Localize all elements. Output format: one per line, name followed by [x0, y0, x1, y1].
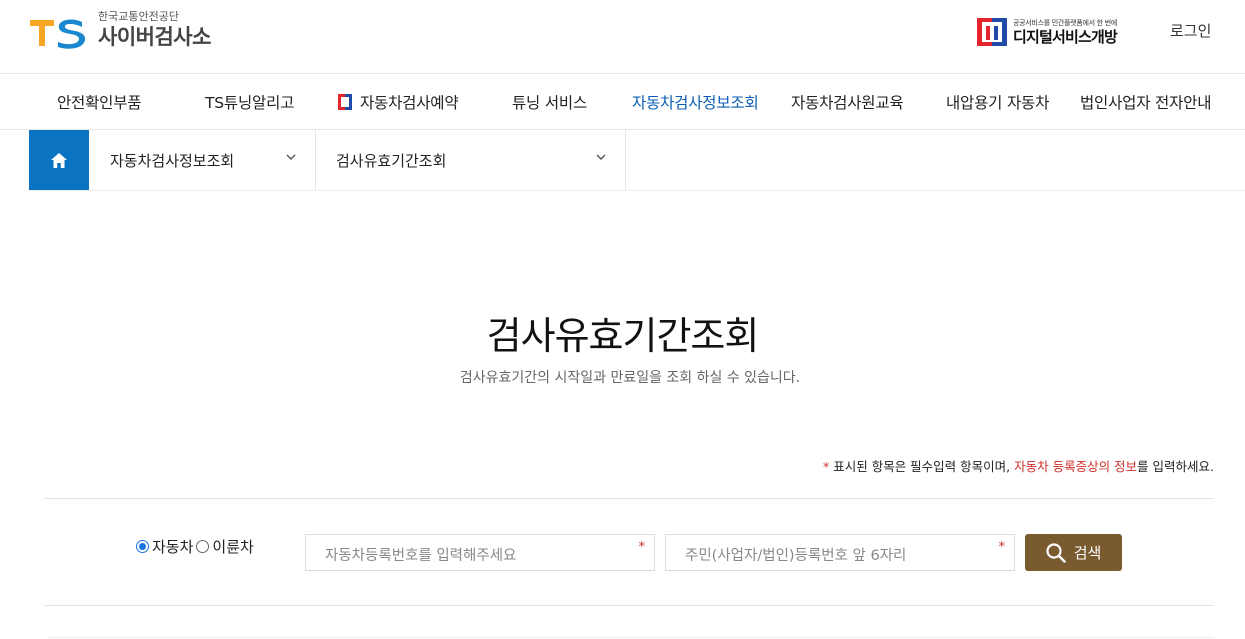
nav-label: 안전확인부품 [57, 94, 142, 112]
notice-text-1: 표시된 항목은 필수입력 항목이며, [829, 459, 1015, 474]
site-header: 한국교통안전공단 사이버검사소 공공서비스를 민간플랫폼에서 한 번에 디지털서… [0, 0, 1245, 74]
plate-number-input[interactable]: 자동차등록번호를 입력해주세요 * [305, 534, 655, 571]
ts-logo[interactable]: 한국교통안전공단 사이버검사소 [28, 10, 211, 50]
digital-service-title: 디지털서비스개방 [1013, 27, 1118, 46]
nav-label: 자동차검사원교육 [791, 94, 904, 112]
breadcrumb-level1-select[interactable]: 자동차검사정보조회 [89, 130, 316, 190]
nav-item-safety-parts[interactable]: 안전확인부품 [57, 91, 142, 113]
notice-highlight: 자동차 등록증상의 정보 [1014, 459, 1138, 474]
radio-car[interactable] [136, 540, 149, 553]
required-mark: * [638, 540, 646, 555]
breadcrumb-level2-label: 검사유효기간조회 [336, 152, 447, 170]
required-mark: * [998, 540, 1006, 555]
home-icon [51, 152, 67, 168]
nav-item-inspector-education[interactable]: 자동차검사원교육 [791, 91, 904, 113]
registration-number-placeholder: 주민(사업자/법인)등록번호 앞 6자리 [685, 548, 907, 564]
login-link[interactable]: 로그인 [1170, 20, 1211, 41]
radio-motorcycle-label[interactable]: 이륜차 [212, 536, 253, 557]
nav-item-pressure-vessel[interactable]: 내압용기 자동차 [946, 91, 1049, 113]
required-notice: * 표시된 항목은 필수입력 항목이며, 자동차 등록증상의 정보를 입력하세요… [823, 456, 1214, 475]
logo-title: 사이버검사소 [98, 25, 211, 49]
nav-item-corporate-notice[interactable]: 법인사업자 전자안내 [1080, 91, 1211, 113]
main-nav: 안전확인부품 TS튜닝알리고 자동차검사예약 튜닝 서비스 자동차검사정보조회 … [0, 74, 1245, 130]
digital-service-banner[interactable]: 공공서비스를 민간플랫폼에서 한 번에 디지털서비스개방 [977, 18, 1118, 46]
nav-label: 자동차검사예약 [360, 94, 459, 112]
radio-car-label[interactable]: 자동차 [152, 536, 193, 557]
radio-motorcycle[interactable] [196, 540, 210, 553]
chevron-down-icon [286, 154, 296, 160]
search-button[interactable]: 검색 [1025, 534, 1122, 571]
divider [48, 637, 1214, 638]
chevron-down-icon [596, 154, 606, 160]
notice-text-2: 를 입력하세요. [1137, 459, 1214, 474]
nav-label: 법인사업자 전자안내 [1080, 94, 1212, 112]
registration-number-input[interactable]: 주민(사업자/법인)등록번호 앞 6자리 * [665, 534, 1015, 571]
nav-label: 자동차검사정보조회 [632, 94, 759, 112]
page-title: 검사유효기간조회 [486, 314, 760, 358]
digital-service-tagline: 공공서비스를 민간플랫폼에서 한 번에 [1013, 18, 1118, 27]
vehicle-type-radio-group: 자동차 이륜차 [136, 536, 257, 557]
digital-service-icon [338, 94, 352, 110]
nav-item-tuning-service[interactable]: 튜닝 서비스 [512, 91, 587, 113]
page-description: 검사유효기간의 시작일과 만료일을 조회 하실 수 있습니다. [459, 370, 801, 386]
nav-item-inspection-info[interactable]: 자동차검사정보조회 [632, 91, 759, 113]
divider [44, 498, 1214, 499]
search-icon [1046, 542, 1066, 563]
ts-logo-icon [30, 19, 86, 49]
home-button[interactable] [29, 130, 89, 190]
breadcrumb: 자동차검사정보조회 검사유효기간조회 [29, 130, 1245, 191]
search-button-label: 검색 [1073, 544, 1102, 562]
nav-label: TS튜닝알리고 [205, 94, 295, 112]
divider [44, 605, 1214, 606]
nav-label: 튜닝 서비스 [512, 94, 588, 112]
nav-label: 내압용기 자동차 [946, 94, 1050, 112]
digital-service-icon [977, 18, 1007, 46]
plate-number-placeholder: 자동차등록번호를 입력해주세요 [325, 548, 517, 564]
nav-item-inspection-reservation[interactable]: 자동차검사예약 [336, 91, 459, 113]
logo-subtitle: 한국교통안전공단 [98, 10, 179, 23]
breadcrumb-level1-label: 자동차검사정보조회 [110, 152, 235, 170]
breadcrumb-level2-select[interactable]: 검사유효기간조회 [316, 130, 626, 190]
nav-item-ts-tuning[interactable]: TS튜닝알리고 [205, 91, 294, 113]
